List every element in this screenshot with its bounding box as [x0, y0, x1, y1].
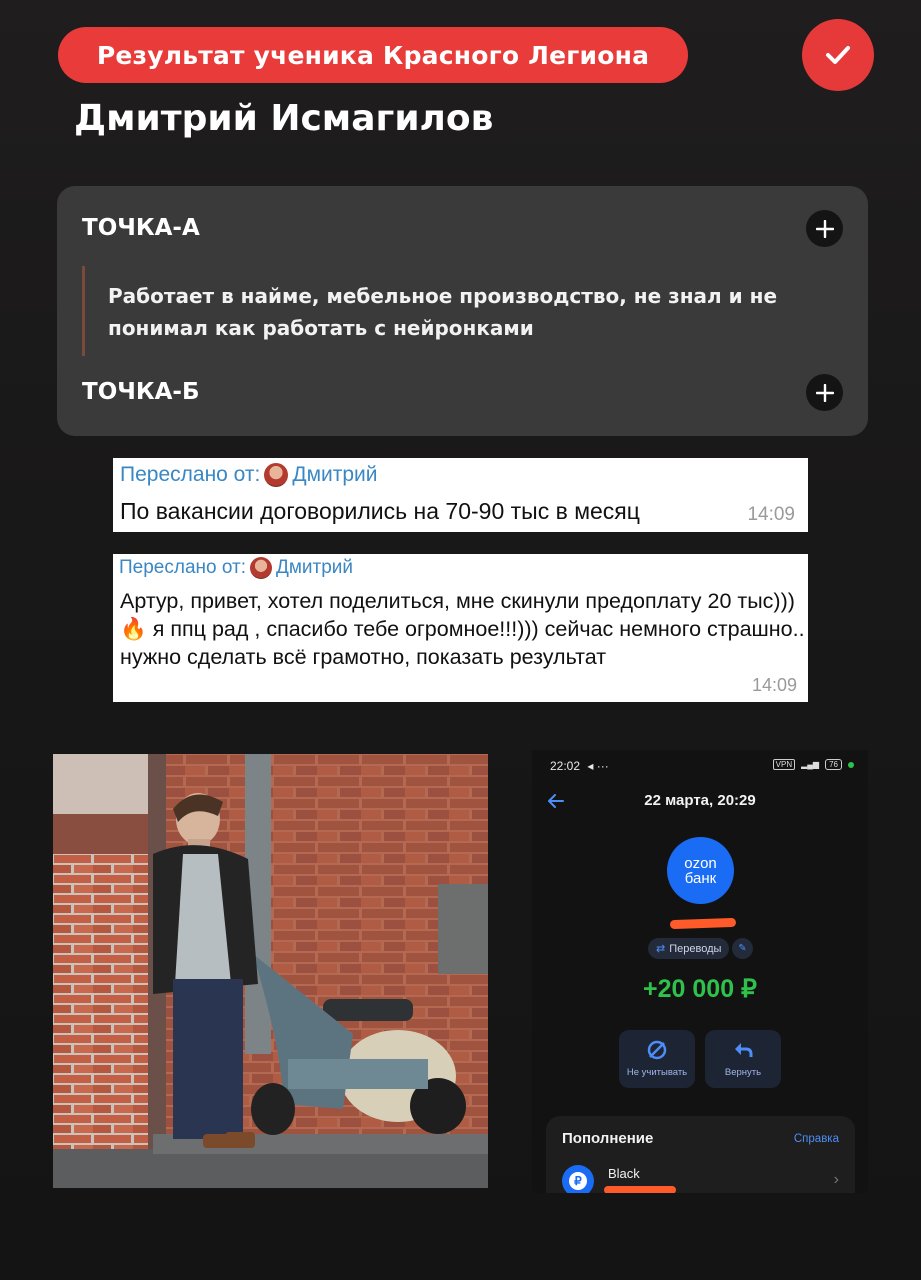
student-photo: [53, 754, 488, 1188]
ruble-account-icon: ₽: [562, 1165, 594, 1193]
ozon-bank-logo: ozon банк: [667, 837, 734, 904]
battery-icon: 76: [825, 759, 842, 770]
ignore-icon: [647, 1040, 667, 1060]
forwarded-message-2: Переслано от: Дмитрий Артур, привет, хот…: [113, 554, 808, 702]
badge-text: Результат ученика Красного Легиона: [96, 40, 650, 70]
result-badge: Результат ученика Красного Легиона: [58, 27, 688, 83]
signal-icon: ▂▄▆: [801, 760, 820, 769]
sender-name[interactable]: Дмитрий: [292, 463, 377, 487]
edit-pencil-icon[interactable]: ✎: [732, 938, 753, 959]
forwarded-header: Переслано от: Дмитрий: [120, 463, 378, 487]
message-text: Артур, привет, хотел поделиться, мне ски…: [120, 587, 810, 671]
student-name: Дмитрий Исмагилов: [74, 98, 494, 139]
logo-line2: банк: [684, 869, 717, 887]
sender-name[interactable]: Дмитрий: [276, 557, 353, 579]
ignore-button[interactable]: Не учитывать: [619, 1030, 695, 1088]
redacted-name-mark: [669, 917, 737, 930]
transfer-icon: ⇄: [656, 943, 666, 955]
forwarded-label: Переслано от:: [120, 463, 261, 486]
message-text: По вакансии договорились на 70-90 тыс в …: [120, 498, 640, 524]
message-time: 14:09: [751, 675, 797, 695]
point-b-title[interactable]: ТОЧКА-Б: [82, 379, 200, 405]
topup-section: Пополнение Справка ₽ Black ›: [546, 1116, 855, 1193]
logo-line1: ozon: [684, 854, 717, 872]
plus-icon: [815, 383, 834, 402]
points-card: ТОЧКА-А Работает в найме, мебельное прои…: [57, 186, 868, 436]
ignore-label: Не учитывать: [626, 1067, 688, 1078]
help-link[interactable]: Справка: [794, 1133, 839, 1145]
transaction-amount: +20 000 ₽: [643, 975, 757, 1003]
transaction-date: 22 марта, 20:29: [644, 792, 756, 809]
status-clock: 22:02: [550, 759, 581, 773]
sender-avatar: [249, 557, 272, 579]
ruble-icon: ₽: [569, 1172, 587, 1190]
message-time: 14:09: [747, 504, 795, 525]
bank-app-screenshot: 22:02 ◂ ··· VPN ▂▄▆ 76 22 марта, 20:29 o…: [532, 750, 868, 1193]
plus-icon: [815, 219, 834, 238]
expand-point-b-button[interactable]: [806, 374, 843, 411]
checkmark-icon: [826, 46, 850, 64]
message-text-part2: я ппц рад , спасибо тебе огромное!!!))) …: [120, 617, 805, 669]
forwarded-message-1: Переслано от: Дмитрий По вакансии догово…: [113, 458, 808, 532]
point-a-description: Работает в найме, мебельное производство…: [82, 266, 822, 356]
category-label: Переводы: [669, 942, 722, 955]
check-button[interactable]: [802, 19, 874, 91]
sender-avatar: [264, 463, 289, 487]
chevron-right-icon[interactable]: ›: [834, 1171, 839, 1189]
status-bar-right: VPN ▂▄▆ 76: [772, 759, 854, 770]
point-a-text: Работает в найме, мебельное производство…: [108, 284, 778, 340]
fire-emoji-icon: 🔥: [120, 617, 147, 641]
return-button[interactable]: Вернуть: [705, 1030, 781, 1088]
redacted-account-mark: [604, 1186, 676, 1193]
expand-point-a-button[interactable]: [806, 210, 843, 247]
point-a-title[interactable]: ТОЧКА-А: [82, 215, 200, 241]
status-dot-icon: [848, 761, 854, 768]
forwarded-label: Переслано от:: [119, 557, 246, 578]
vpn-icon: VPN: [772, 759, 796, 770]
forwarded-header: Переслано от: Дмитрий: [119, 557, 353, 579]
status-time: 22:02 ◂ ···: [550, 759, 609, 773]
message-text-part1: Артур, привет, хотел поделиться, мне ски…: [120, 589, 795, 613]
category-chip[interactable]: ⇄ Переводы: [648, 938, 730, 959]
return-label: Вернуть: [724, 1067, 762, 1078]
section-title: Пополнение: [562, 1130, 654, 1147]
return-arrow-icon: [735, 1043, 753, 1057]
account-name: Black: [608, 1166, 640, 1181]
status-notification-icons: ◂ ···: [587, 759, 609, 773]
